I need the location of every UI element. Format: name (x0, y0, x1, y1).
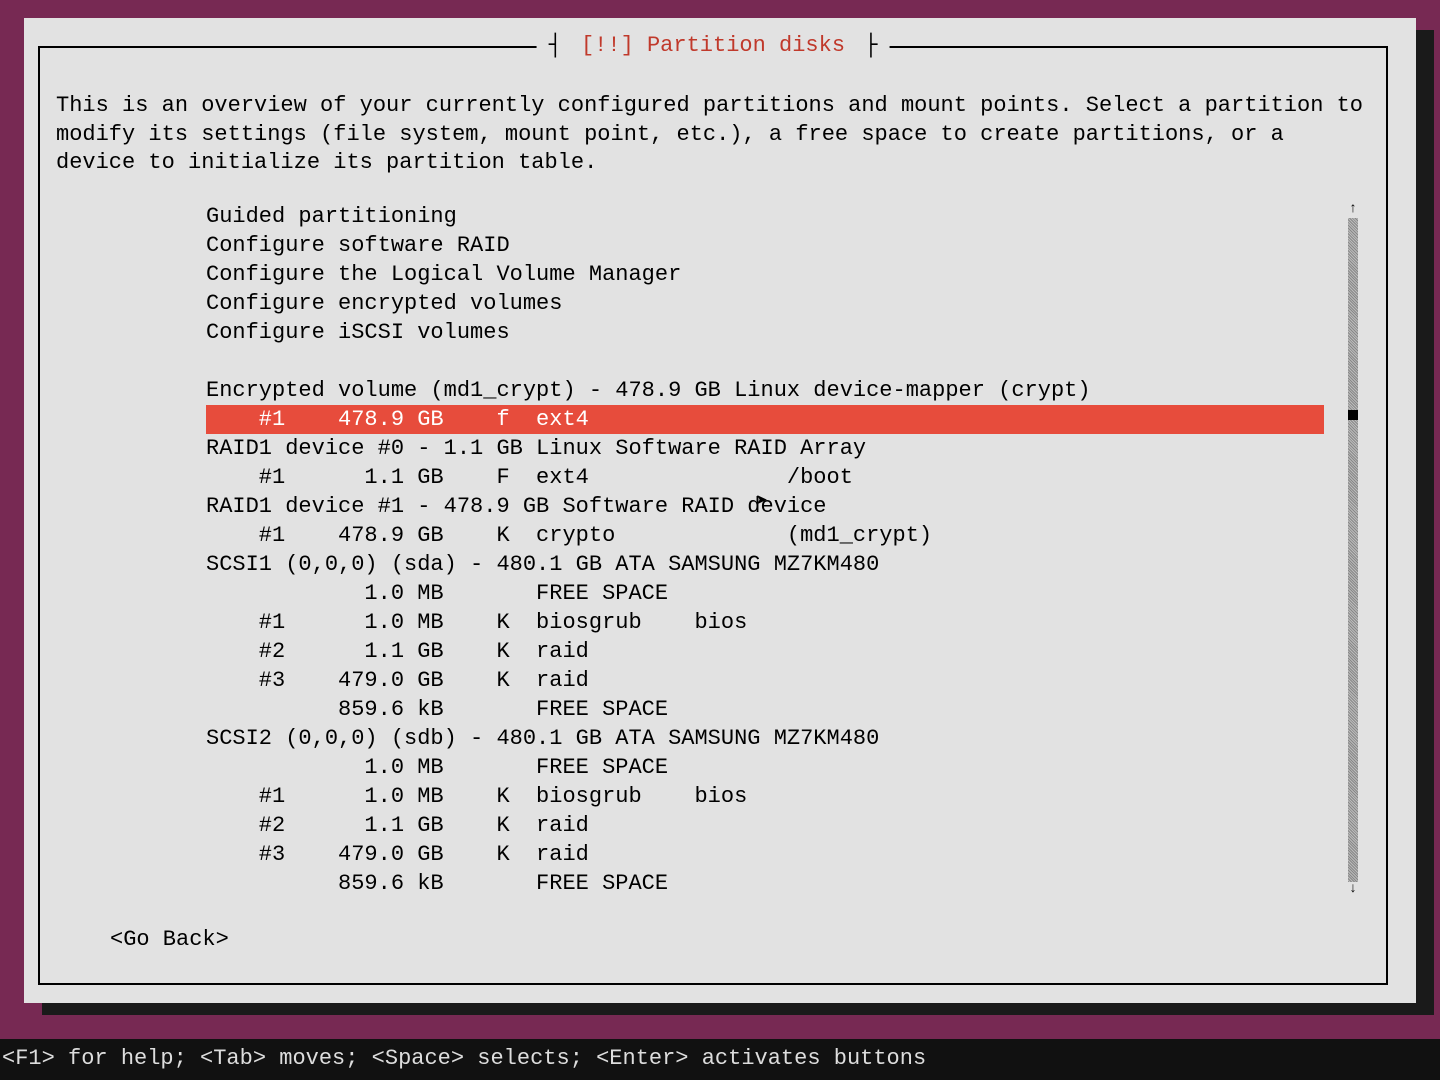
config-option[interactable]: Guided partitioning (206, 202, 1324, 231)
dialog-title: ┤ [!!] Partition disks ├ (537, 32, 890, 61)
partition-entry[interactable]: SCSI1 (0,0,0) (sda) - 480.1 GB ATA SAMSU… (206, 550, 1324, 579)
partition-entry[interactable]: #2 1.1 GB K raid (206, 637, 1324, 666)
scroll-down-icon[interactable]: ↓ (1346, 882, 1360, 898)
partition-entry[interactable]: RAID1 device #0 - 1.1 GB Linux Software … (206, 434, 1324, 463)
config-options-list: Guided partitioningConfigure software RA… (206, 202, 1324, 347)
partition-entry[interactable]: #1 1.0 MB K biosgrub bios (206, 782, 1324, 811)
config-option[interactable]: Configure iSCSI volumes (206, 318, 1324, 347)
partition-entry[interactable]: 859.6 kB FREE SPACE (206, 695, 1324, 724)
partition-entry[interactable]: 1.0 MB FREE SPACE (206, 579, 1324, 608)
scroll-up-icon[interactable]: ↑ (1346, 202, 1360, 218)
go-back-button[interactable]: <Go Back> (110, 926, 1370, 955)
partition-entry[interactable]: #3 479.0 GB K raid (206, 840, 1324, 869)
config-option[interactable]: Configure software RAID (206, 231, 1324, 260)
scroll-thumb[interactable] (1348, 410, 1358, 420)
dialog-outer: ┤ [!!] Partition disks ├ This is an over… (24, 18, 1416, 1003)
title-text: Partition disks (647, 33, 845, 58)
help-footer: <F1> for help; <Tab> moves; <Space> sele… (0, 1039, 1440, 1080)
dialog-box: ┤ [!!] Partition disks ├ This is an over… (38, 46, 1388, 985)
menu-spacer (206, 347, 1324, 376)
partition-entry[interactable]: #2 1.1 GB K raid (206, 811, 1324, 840)
partition-menu: Guided partitioningConfigure software RA… (56, 202, 1370, 898)
partition-entry[interactable]: Encrypted volume (md1_crypt) - 478.9 GB … (206, 376, 1324, 405)
partition-entry[interactable]: #1 1.0 MB K biosgrub bios (206, 608, 1324, 637)
config-option[interactable]: Configure the Logical Volume Manager (206, 260, 1324, 289)
partition-entry[interactable]: SCSI2 (0,0,0) (sdb) - 480.1 GB ATA SAMSU… (206, 724, 1324, 753)
title-bracket-right: ├ (858, 33, 883, 58)
partition-entries-list: Encrypted volume (md1_crypt) - 478.9 GB … (206, 376, 1324, 898)
partition-entry[interactable]: #3 479.0 GB K raid (206, 666, 1324, 695)
title-priority: [!!] (581, 33, 634, 58)
intro-text: This is an overview of your currently co… (56, 92, 1370, 178)
scrollbar[interactable]: ↑ ↓ (1346, 202, 1360, 898)
partition-entry[interactable]: 1.0 MB FREE SPACE (206, 753, 1324, 782)
partition-entry[interactable]: RAID1 device #1 - 478.9 GB Software RAID… (206, 492, 1324, 521)
dialog-content: This is an overview of your currently co… (40, 48, 1386, 966)
title-bracket-left: ┤ (543, 33, 568, 58)
partition-entry[interactable]: #1 478.9 GB K crypto (md1_crypt) (206, 521, 1324, 550)
scroll-track[interactable] (1348, 218, 1358, 882)
partition-entry[interactable]: 859.6 kB FREE SPACE (206, 869, 1324, 898)
partition-entry[interactable]: #1 478.9 GB f ext4 (206, 405, 1324, 434)
partition-entry[interactable]: #1 1.1 GB F ext4 /boot (206, 463, 1324, 492)
config-option[interactable]: Configure encrypted volumes (206, 289, 1324, 318)
